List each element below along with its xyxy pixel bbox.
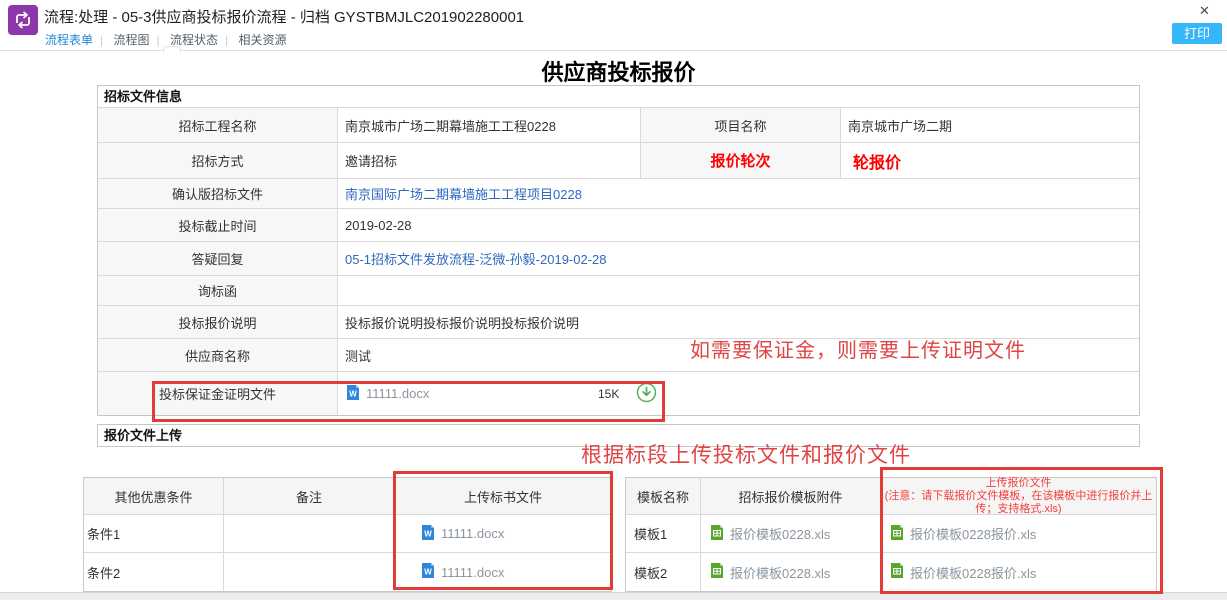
tab-related-resources[interactable]: 相关资源: [238, 33, 286, 47]
table-row: 询标函: [98, 276, 1139, 306]
annotation-deposit: 如需要保证金，则需要上传证明文件: [690, 334, 1026, 363]
bid-method-value: 邀请招标: [338, 143, 641, 178]
quote-header-title: 上传报价文件: [986, 477, 1052, 490]
template-name-cell: 模板1: [626, 515, 701, 552]
quote-file-link[interactable]: 报价模板0228报价.xls: [910, 524, 1036, 543]
header-upload-quote-file: 上传报价文件 (注意：请下载报价文件模板，在该模板中进行报价并上传；支持格式.x…: [881, 478, 1156, 514]
deposit-proof-label: 投标保证金证明文件: [98, 372, 338, 415]
page-title: 供应商投标报价: [97, 55, 1140, 87]
bid-deadline-value: 2019-02-28: [338, 209, 1139, 241]
confirmed-bid-doc-link[interactable]: 南京国际广场二期幕墙施工工程项目0228: [345, 184, 582, 203]
horizontal-scrollbar-track[interactable]: [0, 592, 1227, 600]
table-row: 条件2 W 11111.docx: [84, 553, 611, 591]
table-row: 模板2 报价模板0228.xls 报价模板0228报价.xls: [626, 553, 1156, 591]
inquiry-letter-value: [338, 276, 1139, 305]
bid-file-cell: W 11111.docx: [395, 553, 611, 591]
word-file-icon: W: [345, 384, 361, 404]
header-remark: 备注: [224, 478, 395, 514]
header-other-conditions: 其他优惠条件: [84, 478, 224, 514]
table-row: 投标保证金证明文件 W 11111.docx 15K: [98, 372, 1139, 415]
table-row: 条件1 W 11111.docx: [84, 515, 611, 553]
project-name-label: 项目名称: [641, 108, 841, 142]
tab-process-form[interactable]: 流程表单: [45, 33, 93, 47]
workflow-app-icon: [8, 5, 38, 35]
remark-cell: [224, 553, 395, 591]
word-file-icon: W: [420, 524, 436, 544]
bid-file-link[interactable]: 11111.docx: [441, 565, 504, 580]
excel-file-icon: [709, 524, 725, 544]
qa-reply-label: 答疑回复: [98, 242, 338, 275]
quote-header-note: (注意：请下载报价文件模板，在该模板中进行报价并上传；支持格式.xls): [883, 490, 1154, 516]
bid-file-table: 其他优惠条件 备注 上传标书文件 条件1 W 11111.docx 条件2: [83, 477, 612, 592]
inquiry-letter-label: 询标函: [98, 276, 338, 305]
excel-file-icon: [709, 562, 725, 582]
quote-file-table: 模板名称 招标报价模板附件 上传报价文件 (注意：请下载报价文件模板，在该模板中…: [625, 477, 1157, 592]
excel-file-icon: [889, 562, 905, 582]
deposit-file-link[interactable]: 11111.docx: [366, 386, 429, 401]
condition-cell: 条件1: [84, 515, 224, 552]
table-row: 答疑回复 05-1招标文件发放流程-泛微-孙毅-2019-02-28: [98, 242, 1139, 276]
quote-round-label: 报价轮次: [641, 143, 841, 178]
bid-file-cell: W 11111.docx: [395, 515, 611, 552]
project-name-value: 南京城市广场二期: [841, 108, 1139, 142]
header-quote-template: 招标报价模板附件: [701, 478, 881, 514]
table-row: 模板1 报价模板0228.xls 报价模板0228报价.xls: [626, 515, 1156, 553]
word-file-icon: W: [420, 562, 436, 582]
table-header-row: 其他优惠条件 备注 上传标书文件: [84, 478, 611, 515]
svg-text:W: W: [424, 529, 432, 538]
svg-text:W: W: [424, 568, 432, 577]
table-row: 确认版招标文件 南京国际广场二期幕墙施工工程项目0228: [98, 179, 1139, 209]
close-icon[interactable]: ✕: [1199, 3, 1210, 19]
table-row: 招标方式 邀请招标 报价轮次 轮报价: [98, 143, 1139, 179]
header-template-name: 模板名称: [626, 478, 701, 514]
section-title-bid-info: 招标文件信息: [98, 86, 1139, 108]
template-name-cell: 模板2: [626, 553, 701, 591]
print-button[interactable]: 打印: [1172, 23, 1222, 44]
qa-reply-link[interactable]: 05-1招标文件发放流程-泛微-孙毅-2019-02-28: [345, 249, 607, 268]
bid-deadline-label: 投标截止时间: [98, 209, 338, 241]
tab-process-diagram[interactable]: 流程图: [113, 33, 149, 47]
quote-note-label: 投标报价说明: [98, 306, 338, 338]
excel-file-icon: [889, 524, 905, 544]
download-icon[interactable]: [636, 382, 657, 403]
deposit-file-size: 15K: [598, 387, 619, 401]
supplier-name-label: 供应商名称: [98, 339, 338, 371]
condition-cell: 条件2: [84, 553, 224, 591]
bid-method-label: 招标方式: [98, 143, 338, 178]
quote-file-link[interactable]: 报价模板0228报价.xls: [910, 563, 1036, 582]
quote-file-cell: 报价模板0228报价.xls: [881, 553, 1156, 591]
workflow-window: 流程:处理 - 05-3供应商投标报价流程 - 归档 GYSTBMJLC2019…: [0, 0, 1227, 600]
table-row: 投标截止时间 2019-02-28: [98, 209, 1139, 242]
top-bar: 流程:处理 - 05-3供应商投标报价流程 - 归档 GYSTBMJLC2019…: [0, 0, 1227, 51]
svg-text:W: W: [349, 389, 357, 398]
tab-process-status[interactable]: 流程状态: [170, 33, 218, 47]
template-file-link[interactable]: 报价模板0228.xls: [730, 563, 830, 582]
window-title: 流程:处理 - 05-3供应商投标报价流程 - 归档 GYSTBMJLC2019…: [44, 6, 524, 27]
collapse-handle[interactable]: [163, 46, 181, 52]
confirmed-bid-doc-label: 确认版招标文件: [98, 179, 338, 208]
bid-project-name-label: 招标工程名称: [98, 108, 338, 142]
bid-project-name-value: 南京城市广场二期幕墙施工工程0228: [338, 108, 641, 142]
bid-file-link[interactable]: 11111.docx: [441, 526, 504, 541]
bid-info-table: 招标文件信息 招标工程名称 南京城市广场二期幕墙施工工程0228 项目名称 南京…: [97, 85, 1140, 416]
separator: |: [225, 33, 228, 47]
table-header-row: 模板名称 招标报价模板附件 上传报价文件 (注意：请下载报价文件模板，在该模板中…: [626, 478, 1156, 515]
separator: |: [157, 33, 160, 47]
remark-cell: [224, 515, 395, 552]
table-row: 招标工程名称 南京城市广场二期幕墙施工工程0228 项目名称 南京城市广场二期: [98, 108, 1139, 143]
quote-round-value: 轮报价: [841, 143, 1139, 178]
template-file-link[interactable]: 报价模板0228.xls: [730, 524, 830, 543]
template-file-cell: 报价模板0228.xls: [701, 515, 881, 552]
deposit-proof-cell: W 11111.docx 15K: [338, 372, 1139, 415]
annotation-upload: 根据标段上传投标文件和报价文件: [581, 439, 911, 469]
header-upload-bid-file: 上传标书文件: [395, 478, 611, 514]
separator: |: [100, 33, 103, 47]
template-file-cell: 报价模板0228.xls: [701, 553, 881, 591]
quote-file-cell: 报价模板0228报价.xls: [881, 515, 1156, 552]
